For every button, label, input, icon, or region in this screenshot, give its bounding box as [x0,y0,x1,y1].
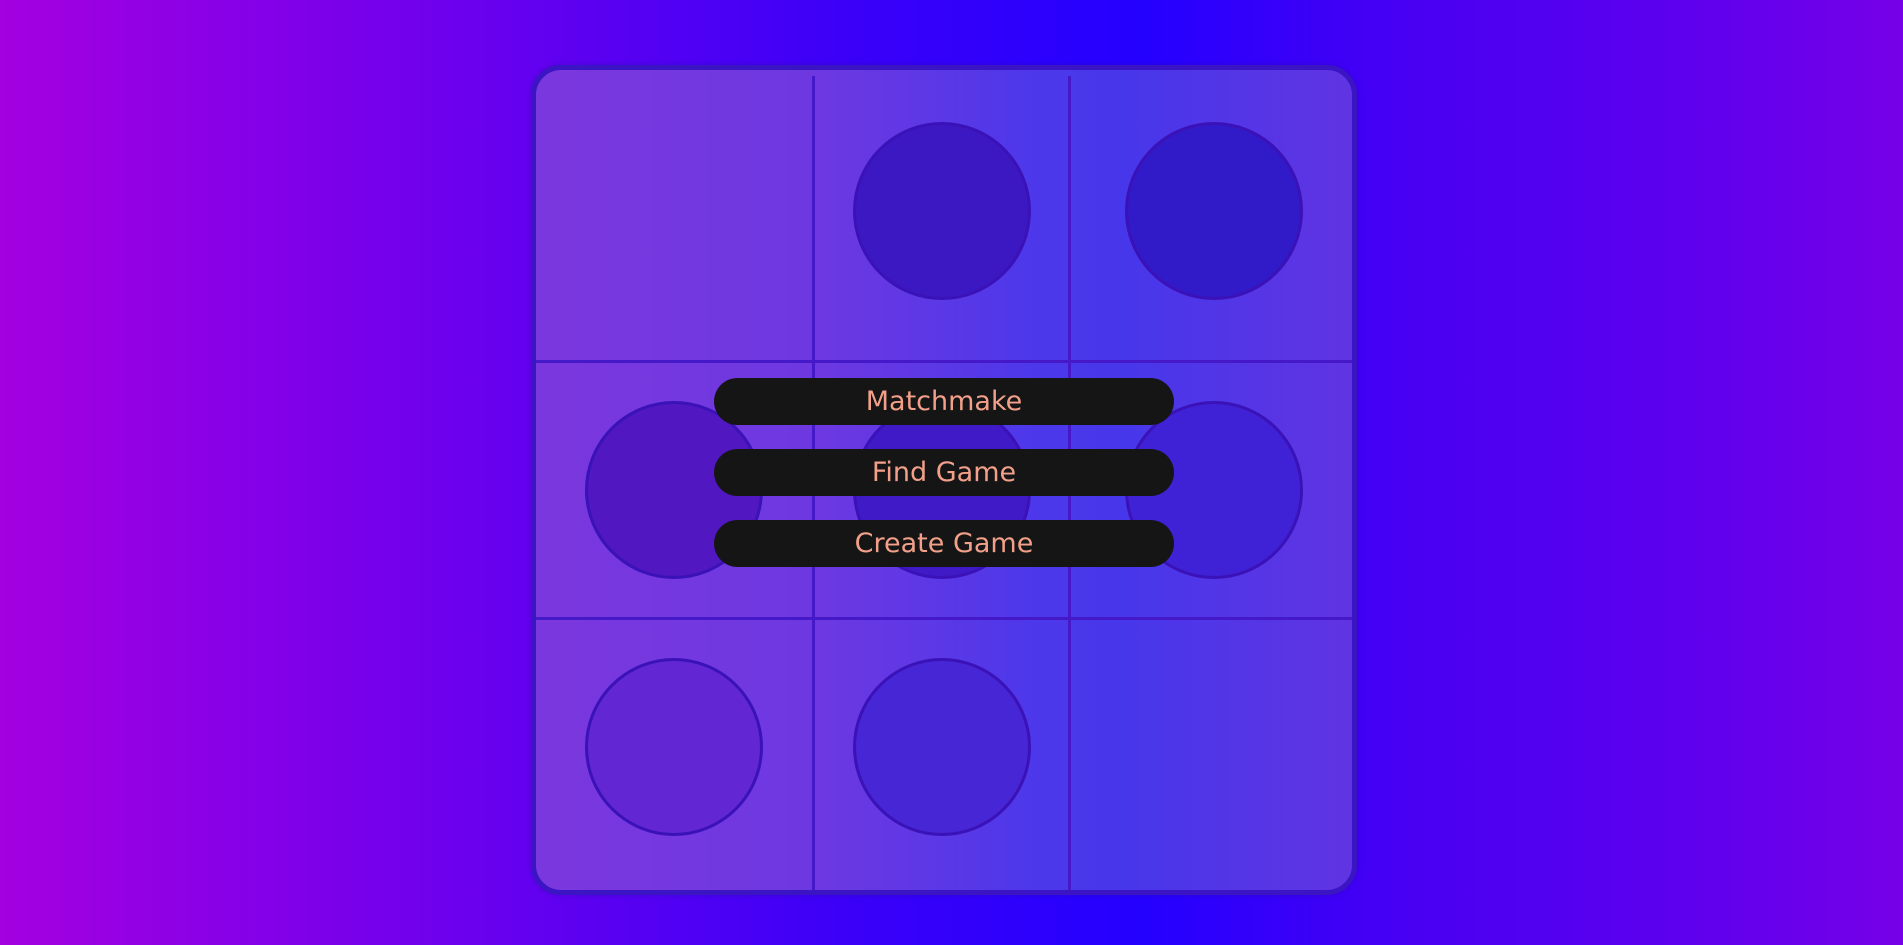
board-cell-r3-c3[interactable] [1071,620,1352,890]
create-game-button[interactable]: Create Game [714,520,1174,567]
matchmake-button[interactable]: Matchmake [714,378,1174,425]
board-cell-r3-c2[interactable] [815,620,1068,890]
game-piece [853,122,1031,300]
board-cell-r1-c2[interactable] [815,70,1068,360]
board-cell-r1-c3[interactable] [1071,70,1352,360]
game-piece [1125,122,1303,300]
main-menu: Matchmake Find Game Create Game [714,378,1174,591]
game-piece [853,658,1031,836]
find-game-button[interactable]: Find Game [714,449,1174,496]
board-cell-r1-c1[interactable] [536,70,812,360]
board-cell-r3-c1[interactable] [536,620,812,890]
game-piece [585,658,763,836]
